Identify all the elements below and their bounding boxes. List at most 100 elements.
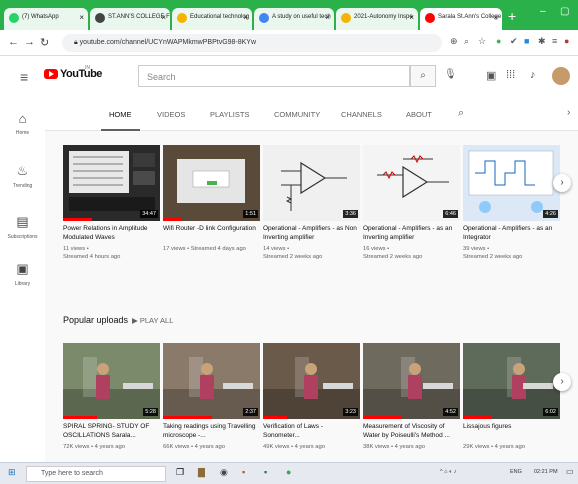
minimize-button[interactable]: – bbox=[540, 6, 546, 17]
extension-icon[interactable]: ✔ bbox=[510, 36, 518, 47]
video-thumbnail[interactable]: 4:26 bbox=[463, 145, 560, 221]
close-tab-icon[interactable]: × bbox=[325, 13, 330, 22]
video-title[interactable]: Power Relations in Amplitude Modulated W… bbox=[63, 225, 160, 242]
apps-icon[interactable]: ⁞⁞⁞ bbox=[506, 69, 515, 81]
video-meta: 72K views • 4 years ago bbox=[63, 443, 160, 451]
url-field[interactable]: 🔒︎ youtube.com/channel/UCYnWAPMkmwPBPtvG… bbox=[62, 34, 442, 52]
video-card[interactable]: 4:52 Measurement of Viscosity of Water by… bbox=[363, 343, 460, 451]
microphone-icon[interactable]: 🎙︎ bbox=[444, 69, 457, 80]
video-title[interactable]: Taking readings using Travelling microsc… bbox=[163, 423, 260, 440]
sidebar-item-home[interactable]: ⌂ Home bbox=[0, 111, 45, 136]
sidebar-item-library[interactable]: ▣ Library bbox=[0, 261, 45, 287]
browser-tab[interactable]: Sarala St.Ann's College × bbox=[420, 8, 502, 30]
carousel-next-button[interactable]: › bbox=[553, 373, 571, 391]
video-title[interactable]: Wifi Router -D link Configuration bbox=[163, 225, 260, 242]
language-indicator[interactable]: ENG bbox=[510, 469, 522, 475]
reload-icon[interactable]: ↻ bbox=[40, 36, 49, 49]
browser-tab[interactable]: A study on useful tech × bbox=[254, 8, 334, 30]
youtube-logo-icon[interactable] bbox=[44, 69, 58, 79]
file-explorer-icon[interactable]: ▇ bbox=[198, 467, 205, 478]
tab-channels[interactable]: CHANNELS bbox=[341, 110, 382, 119]
close-tab-icon[interactable]: × bbox=[493, 13, 498, 22]
video-title[interactable]: Lissajous figures bbox=[463, 423, 560, 440]
taskbar-search-input[interactable]: Type here to search bbox=[26, 466, 166, 482]
video-title[interactable]: Operational - Amplifiers - as an Integra… bbox=[463, 225, 560, 242]
watch-progress-bar bbox=[63, 416, 97, 419]
star-icon[interactable]: ☆ bbox=[478, 36, 486, 47]
browser-tab[interactable]: ST.ANN'S COLLEGE FO × bbox=[90, 8, 170, 30]
avatar[interactable] bbox=[552, 67, 570, 85]
video-title[interactable]: Operational - Amplifiers - as Non Invert… bbox=[263, 225, 360, 242]
video-thumbnail[interactable]: 3:23 bbox=[263, 343, 360, 419]
video-card[interactable]: 6:02 Lissajous figures 29K views • 4 years… bbox=[463, 343, 560, 451]
video-title[interactable]: Measurement of Viscosity of Water by Poi… bbox=[363, 423, 460, 440]
video-thumbnail[interactable]: 34:47 bbox=[63, 145, 160, 221]
back-icon[interactable]: ← bbox=[8, 36, 19, 48]
store-icon[interactable]: ◉ bbox=[220, 467, 228, 478]
video-title[interactable]: Operational - Amplifiers - as an Inverti… bbox=[363, 225, 460, 242]
close-tab-icon[interactable]: × bbox=[161, 13, 166, 22]
video-thumbnail[interactable]: 1:51 bbox=[163, 145, 260, 221]
excel-icon[interactable]: ▪ bbox=[264, 467, 267, 477]
carousel-next-button[interactable]: › bbox=[553, 174, 571, 192]
profile-icon[interactable]: ● bbox=[564, 36, 569, 46]
video-card[interactable]: 3:36 Operational - Amplifiers - as Non In… bbox=[263, 145, 360, 261]
browser-tab[interactable]: 2021-Autonomy Inspe × bbox=[336, 8, 418, 30]
new-tab-button[interactable]: + bbox=[508, 8, 516, 24]
video-thumbnail[interactable]: 6:02 bbox=[463, 343, 560, 419]
video-card[interactable]: 3:23 Verification of Laws - Sonometer... 4… bbox=[263, 343, 360, 451]
menu-icon[interactable]: ≡ bbox=[552, 36, 557, 46]
sidebar-item-subscriptions[interactable]: ▤ Subscriptions bbox=[0, 214, 45, 240]
tab-playlists[interactable]: PLAYLISTS bbox=[210, 110, 249, 119]
system-tray-icons[interactable]: ^ ⌂ ◐ ♪ bbox=[440, 469, 457, 475]
chevron-right-icon[interactable]: › bbox=[567, 107, 570, 118]
chrome-icon[interactable]: ● bbox=[286, 467, 291, 477]
video-views: 14 views • bbox=[263, 246, 290, 252]
video-card[interactable]: 4:26 Operational - Amplifiers - as an Int… bbox=[463, 145, 560, 261]
channel-search-icon[interactable]: ⌕ bbox=[458, 107, 464, 120]
video-title[interactable]: Verification of Laws - Sonometer... bbox=[263, 423, 360, 440]
browser-tab[interactable]: Educational technolog × bbox=[172, 8, 252, 30]
sidebar-item-trending[interactable]: ♨ Trending bbox=[0, 163, 45, 189]
powerpoint-icon[interactable]: ▪ bbox=[242, 467, 245, 477]
video-thumbnail[interactable]: 2:37 bbox=[163, 343, 260, 419]
notification-icon[interactable]: ▭ bbox=[566, 467, 574, 476]
video-card[interactable]: 5:28 SPIRAL SPRING- STUDY OF OSCILLATIONS… bbox=[63, 343, 160, 451]
zoom-icon[interactable]: ⌕ bbox=[464, 36, 469, 47]
video-title[interactable]: SPIRAL SPRING- STUDY OF OSCILLATIONS Sar… bbox=[63, 423, 160, 440]
extension-icon[interactable]: ● bbox=[496, 36, 501, 46]
tab-home[interactable]: HOME bbox=[101, 110, 139, 131]
extension-icon[interactable]: ■ bbox=[524, 36, 529, 46]
video-duration: 4:26 bbox=[543, 210, 558, 218]
notifications-bell-icon[interactable]: ♪ bbox=[530, 69, 536, 81]
forward-icon[interactable]: → bbox=[24, 36, 35, 48]
play-all-button[interactable]: ▶ PLAY ALL bbox=[132, 316, 173, 325]
youtube-logo-text[interactable]: YouTube bbox=[60, 68, 102, 80]
create-video-icon[interactable]: ▣ bbox=[486, 69, 496, 82]
hamburger-menu-icon[interactable]: ≡ bbox=[20, 69, 28, 85]
video-thumbnail[interactable]: 5:28 bbox=[63, 343, 160, 419]
video-thumbnail[interactable]: 6:46 bbox=[363, 145, 460, 221]
tab-videos[interactable]: VIDEOS bbox=[157, 110, 185, 119]
browser-tab[interactable]: (7) WhatsApp × bbox=[4, 8, 88, 30]
puzzle-icon[interactable]: ✱ bbox=[538, 36, 546, 47]
tab-community[interactable]: COMMUNITY bbox=[274, 110, 320, 119]
video-card[interactable]: 34:47 Power Relations in Amplitude Modula… bbox=[63, 145, 160, 261]
video-card[interactable]: 1:51 Wifi Router -D link Configuration 17 … bbox=[163, 145, 260, 253]
clock[interactable]: 02:21 PM bbox=[534, 469, 558, 475]
search-button[interactable]: ⌕ bbox=[410, 65, 436, 87]
close-tab-icon[interactable]: × bbox=[79, 13, 84, 22]
install-icon[interactable]: ⊕ bbox=[450, 36, 458, 47]
taskbar-search-placeholder: Type here to search bbox=[41, 470, 103, 477]
search-input[interactable]: Search bbox=[138, 65, 410, 87]
tab-about[interactable]: ABOUT bbox=[406, 110, 432, 119]
video-card[interactable]: 6:46 Operational - Amplifiers - as an Inv… bbox=[363, 145, 460, 261]
video-thumbnail[interactable]: 3:36 bbox=[263, 145, 360, 221]
close-tab-icon[interactable]: × bbox=[243, 13, 248, 22]
video-thumbnail[interactable]: 4:52 bbox=[363, 343, 460, 419]
windows-start-icon[interactable]: ⊞ bbox=[8, 467, 16, 478]
task-view-icon[interactable]: ❐ bbox=[176, 467, 184, 478]
close-tab-icon[interactable]: × bbox=[409, 13, 414, 22]
video-card[interactable]: 2:37 Taking readings using Travelling mic… bbox=[163, 343, 260, 451]
maximize-button[interactable]: ▢ bbox=[560, 6, 569, 17]
